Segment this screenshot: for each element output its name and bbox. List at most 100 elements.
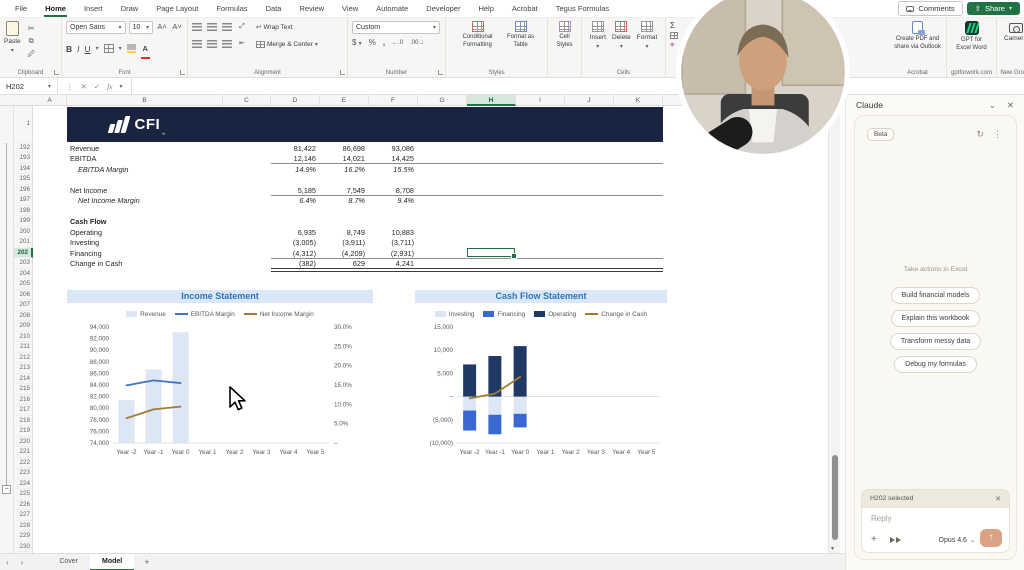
row-label-197[interactable]: Net Income Margin bbox=[78, 196, 140, 205]
row-header-227[interactable]: 227 bbox=[14, 510, 33, 521]
row-label-196[interactable]: Net Income bbox=[70, 186, 107, 195]
row-header-213[interactable]: 213 bbox=[14, 363, 33, 374]
kebab-menu-icon[interactable]: ⋮ bbox=[993, 129, 1002, 140]
row-header-230[interactable]: 230 bbox=[14, 542, 33, 553]
cell-value[interactable]: (382) bbox=[270, 259, 316, 268]
cell-value[interactable]: (4,312) bbox=[270, 249, 316, 258]
action-build-financial-models[interactable]: Build financial models bbox=[891, 287, 981, 304]
row-header-203[interactable]: 203 bbox=[14, 258, 33, 269]
enter-icon[interactable]: ✓ bbox=[94, 82, 100, 91]
row-header-193[interactable]: 193 bbox=[14, 153, 33, 164]
percent-icon[interactable]: % bbox=[369, 38, 376, 47]
align-right-icon[interactable] bbox=[222, 40, 232, 48]
cell-value[interactable]: 14,425 bbox=[368, 154, 414, 163]
increase-decimal-icon[interactable]: ←.0 bbox=[392, 40, 403, 46]
paste-button[interactable]: Paste ▾ bbox=[4, 21, 21, 61]
cell-value[interactable]: 5,185 bbox=[270, 186, 316, 195]
cell-value[interactable]: (2,931) bbox=[368, 249, 414, 258]
font-size-select[interactable]: 10▾ bbox=[129, 21, 154, 34]
menu-page-layout[interactable]: Page Layout bbox=[147, 0, 207, 18]
share-button[interactable]: ⇧ Share ▾ bbox=[967, 2, 1020, 15]
font-dialog-launcher[interactable] bbox=[180, 70, 185, 75]
cell-value[interactable]: 4,241 bbox=[368, 259, 414, 268]
row-header-216[interactable]: 216 bbox=[14, 395, 33, 406]
menu-data[interactable]: Data bbox=[257, 0, 291, 18]
grow-font-icon[interactable]: A˄ bbox=[156, 21, 168, 33]
row-header-205[interactable]: 205 bbox=[14, 279, 33, 290]
row-header-218[interactable]: 218 bbox=[14, 416, 33, 427]
row-header-222[interactable]: 222 bbox=[14, 458, 33, 469]
column-header-G[interactable]: G bbox=[418, 95, 467, 106]
row-label-201[interactable]: Investing bbox=[70, 238, 99, 247]
row-header-223[interactable]: 223 bbox=[14, 468, 33, 479]
cell-value[interactable]: 81,422 bbox=[270, 144, 316, 153]
row-label-203[interactable]: Change in Cash bbox=[70, 259, 122, 268]
row-header-198[interactable]: 198 bbox=[14, 206, 33, 217]
row-header-204[interactable]: 204 bbox=[14, 269, 33, 280]
cell-value[interactable]: 8.7% bbox=[319, 196, 365, 205]
number-dialog-launcher[interactable] bbox=[438, 70, 443, 75]
cancel-icon[interactable]: ✕ bbox=[81, 82, 87, 91]
cell-value[interactable]: (3,711) bbox=[368, 238, 414, 247]
cell-value[interactable]: 8,749 bbox=[319, 228, 365, 237]
panel-chevron-down-icon[interactable]: ⌄ bbox=[989, 100, 996, 111]
prev-sheet-icon[interactable]: ‹ bbox=[0, 558, 15, 567]
row-header-207[interactable]: 207 bbox=[14, 300, 33, 311]
attach-icon[interactable]: + bbox=[871, 535, 877, 545]
action-debug-my-formulas[interactable]: Debug my formulas bbox=[894, 356, 977, 373]
row-header-201[interactable]: 201 bbox=[14, 237, 33, 248]
currency-icon[interactable]: $ ▾ bbox=[352, 38, 362, 47]
row-header-208[interactable]: 208 bbox=[14, 311, 33, 322]
cell-value[interactable]: 6,935 bbox=[270, 228, 316, 237]
row-header-228[interactable]: 228 bbox=[14, 521, 33, 532]
next-sheet-icon[interactable]: › bbox=[15, 558, 30, 567]
send-button[interactable]: ↑ bbox=[980, 529, 1002, 547]
vertical-scrollbar[interactable]: ▾ bbox=[828, 95, 840, 553]
font-name-select[interactable]: Open Sans▾ bbox=[66, 21, 126, 34]
row-header-192[interactable]: 192 bbox=[14, 143, 33, 154]
borders-icon[interactable] bbox=[104, 44, 114, 53]
column-header-E[interactable]: E bbox=[320, 95, 369, 106]
shrink-font-icon[interactable]: A˅ bbox=[171, 21, 183, 33]
name-box[interactable]: H202 ▾ bbox=[0, 78, 58, 94]
row-header-217[interactable]: 217 bbox=[14, 405, 33, 416]
row-header-211[interactable]: 211 bbox=[14, 342, 33, 353]
scroll-down-icon[interactable]: ▾ bbox=[831, 545, 834, 552]
row-header-212[interactable]: 212 bbox=[14, 353, 33, 364]
menu-automate[interactable]: Automate bbox=[367, 0, 417, 18]
row-header-195[interactable]: 195 bbox=[14, 174, 33, 185]
italic-icon[interactable]: I bbox=[77, 45, 79, 53]
row-header-220[interactable]: 220 bbox=[14, 437, 33, 448]
row-header-196[interactable]: 196 bbox=[14, 185, 33, 196]
row-header-229[interactable]: 229 bbox=[14, 531, 33, 542]
row-header-209[interactable]: 209 bbox=[14, 321, 33, 332]
cell-value[interactable]: 6.4% bbox=[270, 196, 316, 205]
row-header-224[interactable]: 224 bbox=[14, 479, 33, 490]
formula-input[interactable] bbox=[132, 78, 1024, 94]
row-label-200[interactable]: Operating bbox=[70, 228, 102, 237]
menu-help[interactable]: Help bbox=[469, 0, 502, 18]
orientation-icon[interactable]: ⤢ bbox=[237, 21, 247, 33]
column-header-K[interactable]: K bbox=[614, 95, 663, 106]
row-header-215[interactable]: 215 bbox=[14, 384, 33, 395]
sheet-tab-cover[interactable]: Cover bbox=[47, 554, 90, 570]
align-middle-icon[interactable] bbox=[207, 23, 217, 31]
align-bottom-icon[interactable] bbox=[222, 23, 232, 31]
row-label-199[interactable]: Cash Flow bbox=[70, 217, 107, 226]
underline-icon[interactable]: U bbox=[85, 45, 91, 53]
selected-cell[interactable] bbox=[467, 248, 515, 258]
menu-file[interactable]: File bbox=[6, 0, 36, 18]
row-header-1[interactable]: 1 bbox=[14, 106, 33, 143]
alignment-dialog-launcher[interactable] bbox=[340, 70, 345, 75]
row-header-202[interactable]: 202 bbox=[14, 248, 33, 259]
income-statement-chart[interactable]: Income Statement RevenueEBITDA MarginNet… bbox=[67, 290, 373, 478]
reply-input[interactable]: Reply + Opus 4.6 ⌄ ↑ bbox=[861, 507, 1010, 553]
format-painter-icon[interactable]: 🖉 bbox=[25, 49, 38, 61]
copy-icon[interactable]: ⧉ bbox=[25, 36, 38, 48]
row-header-199[interactable]: 199 bbox=[14, 216, 33, 227]
row-label-193[interactable]: EBITDA bbox=[70, 154, 96, 163]
forward-icon[interactable] bbox=[890, 537, 902, 543]
row-label-192[interactable]: Revenue bbox=[70, 144, 99, 153]
column-header-A[interactable]: A bbox=[33, 95, 67, 106]
conditional-formatting-button[interactable]: Conditional Formatting bbox=[457, 21, 499, 49]
